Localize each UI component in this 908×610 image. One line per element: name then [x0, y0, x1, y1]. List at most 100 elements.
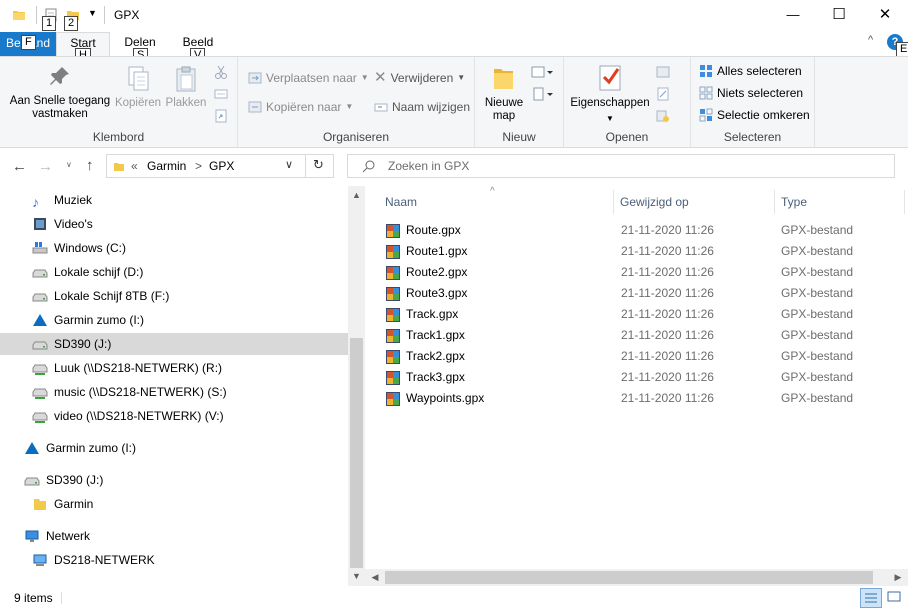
nav-item[interactable]: DS218-NETWERK [32, 549, 155, 571]
easy-access-icon[interactable] [531, 87, 553, 101]
qat-dropdown-icon[interactable]: ▼ [88, 8, 97, 18]
copy-to-icon [248, 101, 262, 113]
nav-scroll-up-icon[interactable]: ▲ [348, 190, 365, 200]
column-header-name[interactable]: Naam [385, 186, 417, 218]
forward-button[interactable]: → [38, 158, 53, 175]
open-group-label: Openen [605, 130, 649, 144]
pin-quick-access-button[interactable]: Aan Snelle toegang vastmaken [4, 65, 116, 121]
file-hscroll-thumb[interactable] [385, 571, 873, 584]
nav-item-label: Garmin [54, 497, 94, 511]
nav-scrollbar[interactable]: ▲ ▼ [348, 186, 365, 586]
file-list-pane: ^ Naam Gewijzigd op Type Route.gpx 21-11-… [365, 186, 908, 586]
column-separator[interactable] [904, 190, 905, 214]
select-none-button[interactable]: Niets selecteren [699, 84, 803, 102]
keytip-1: 1 [42, 16, 57, 31]
file-row[interactable]: Track3.gpx 21-11-2020 11:26 GPX-bestand [381, 367, 901, 388]
network-drive-icon [32, 360, 48, 376]
file-row[interactable]: Route3.gpx 21-11-2020 11:26 GPX-bestand [381, 283, 901, 304]
column-separator[interactable] [774, 190, 775, 214]
file-row[interactable]: Route.gpx 21-11-2020 11:26 GPX-bestand [381, 220, 901, 241]
delete-label: Verwijderen [390, 71, 454, 85]
crumb-garmin[interactable]: Garmin [147, 159, 186, 173]
nav-item-label: music (\\DS218-NETWERK) (S:) [54, 385, 227, 399]
nav-item[interactable]: SD390 (J:) [24, 469, 103, 491]
column-header-type[interactable]: Type [781, 186, 807, 218]
copy-path-icon[interactable] [214, 87, 228, 101]
scroll-right-icon[interactable]: ▶ [892, 572, 904, 583]
address-dropdown-icon[interactable]: ∨ [285, 158, 293, 171]
file-row[interactable]: Track2.gpx 21-11-2020 11:26 GPX-bestand [381, 346, 901, 367]
close-button[interactable]: ✕ [862, 0, 908, 30]
collapse-ribbon-icon[interactable]: ^ [868, 34, 873, 46]
invert-selection-button[interactable]: Selectie omkeren [699, 106, 810, 124]
large-icons-view-icon[interactable] [884, 588, 904, 608]
file-row[interactable]: Route2.gpx 21-11-2020 11:26 GPX-bestand [381, 262, 901, 283]
refresh-icon[interactable]: ↻ [313, 157, 324, 173]
file-hscrollbar[interactable]: ◀ ▶ [365, 569, 908, 586]
nav-scroll-down-icon[interactable]: ▼ [348, 571, 365, 581]
search-box[interactable]: Zoeken in GPX [347, 154, 895, 178]
file-type: GPX-bestand [781, 265, 854, 279]
move-to-label: Verplaatsen naar [266, 71, 357, 85]
copy-button[interactable]: Kopiëren [114, 65, 162, 110]
file-row[interactable]: Waypoints.gpx 21-11-2020 11:26 GPX-bestand [381, 388, 901, 409]
cut-icon[interactable] [214, 65, 228, 79]
history-icon[interactable] [656, 109, 670, 123]
nav-scroll-thumb[interactable] [350, 338, 363, 568]
crumb-gpx[interactable]: GPX [209, 159, 234, 173]
file-name: Track.gpx [406, 307, 459, 321]
select-none-icon [699, 86, 713, 100]
group-open: Eigenschappen ▼ Openen [564, 57, 691, 147]
file-row[interactable]: Track1.gpx 21-11-2020 11:26 GPX-bestand [381, 325, 901, 346]
nav-item[interactable]: SD390 (J:) [0, 333, 348, 355]
nav-item[interactable]: video (\\DS218-NETWERK) (V:) [32, 405, 224, 427]
nav-item[interactable]: Lokale Schijf 8TB (F:) [32, 285, 169, 307]
new-item-icon[interactable] [531, 65, 553, 79]
tab-share-label: Delen [124, 35, 156, 49]
paste-button[interactable]: Plakken [164, 65, 208, 110]
nav-item[interactable]: Lokale schijf (D:) [32, 261, 143, 283]
network-drive-icon [32, 408, 48, 424]
properties-button[interactable]: Eigenschappen ▼ [568, 63, 652, 125]
nav-item[interactable]: Garmin zumo (I:) [24, 437, 136, 459]
select-none-label: Niets selecteren [717, 86, 804, 100]
open-icon[interactable] [656, 65, 670, 79]
address-bar[interactable]: « Garmin > GPX ∨ ↻ [106, 154, 334, 178]
nav-item[interactable]: Netwerk [24, 525, 90, 547]
nav-item[interactable]: Luuk (\\DS218-NETWERK) (R:) [32, 357, 222, 379]
copy-to-button[interactable]: Kopiëren naar ▼ [248, 98, 353, 116]
group-select: Alles selecteren Niets selecteren Select… [691, 57, 815, 147]
nav-item[interactable]: Windows (C:) [32, 237, 126, 259]
nav-item[interactable]: Garmin [32, 493, 93, 515]
rename-button[interactable]: Naam wijzigen [374, 98, 470, 116]
nav-item[interactable]: Video's [32, 213, 93, 235]
file-type: GPX-bestand [781, 370, 854, 384]
move-to-button[interactable]: Verplaatsen naar ▼ [248, 69, 369, 87]
paste-shortcut-icon[interactable] [214, 109, 228, 123]
column-separator[interactable] [613, 190, 614, 214]
crumb-overflow[interactable]: « [131, 159, 138, 173]
new-folder-button[interactable]: Nieuwe map [481, 63, 527, 123]
folder-icon[interactable] [12, 8, 26, 22]
file-row[interactable]: Route1.gpx 21-11-2020 11:26 GPX-bestand [381, 241, 901, 262]
maximize-button[interactable]: ☐ [816, 0, 862, 30]
keytip-2: 2 [64, 16, 79, 31]
minimize-button[interactable]: — [770, 0, 816, 30]
delete-button[interactable]: ✕ Verwijderen ▼ [374, 69, 465, 87]
address-folder-icon [114, 163, 124, 171]
select-all-button[interactable]: Alles selecteren [699, 62, 802, 80]
column-header-modified[interactable]: Gewijzigd op [620, 186, 689, 218]
scroll-left-icon[interactable]: ◀ [369, 572, 381, 583]
recent-locations-icon[interactable]: ∨ [66, 160, 72, 169]
up-button[interactable]: ↑ [86, 157, 94, 174]
drive-icon [32, 288, 48, 304]
back-button[interactable]: ← [12, 158, 27, 175]
nav-item-label: Luuk (\\DS218-NETWERK) (R:) [54, 361, 223, 375]
file-row[interactable]: Track.gpx 21-11-2020 11:26 GPX-bestand [381, 304, 901, 325]
nav-item[interactable]: music (\\DS218-NETWERK) (S:) [32, 381, 227, 403]
search-icon [362, 160, 375, 173]
details-view-icon[interactable] [860, 588, 882, 608]
nav-item[interactable]: Garmin zumo (I:) [32, 309, 144, 331]
nav-item[interactable]: ♪ Muziek [32, 189, 92, 211]
edit-icon[interactable] [656, 87, 670, 101]
